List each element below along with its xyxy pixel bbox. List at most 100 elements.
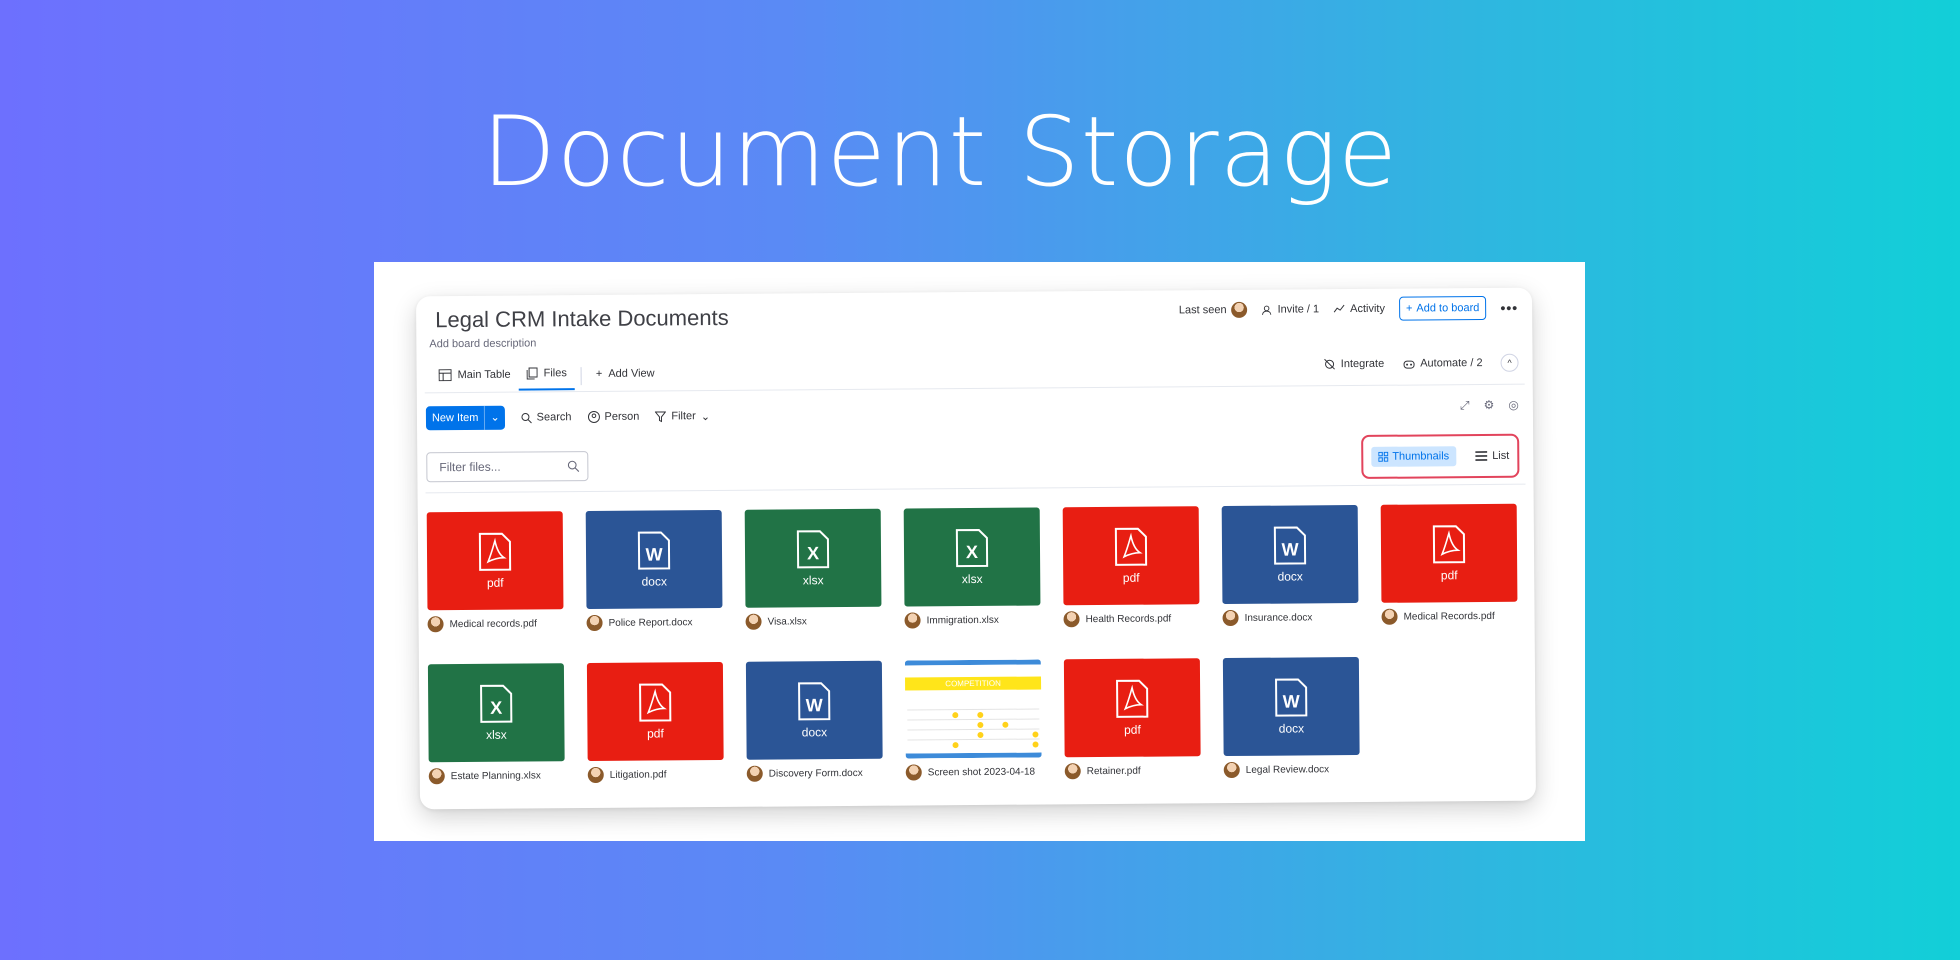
xlsx-thumbnail[interactable]: Xxlsx xyxy=(903,507,1041,607)
file-card[interactable]: Wdocx Insurance.docx xyxy=(1221,505,1359,627)
board-header-actions: Last seen Invite / 1 Activity + Add to b… xyxy=(1179,295,1518,323)
search-button[interactable]: Search xyxy=(521,411,572,423)
file-card[interactable]: Xxlsx Visa.xlsx xyxy=(744,508,882,630)
preview-dot xyxy=(977,721,984,728)
filter-files-input[interactable]: Filter files... xyxy=(426,451,589,483)
files-icon xyxy=(526,367,538,380)
file-name[interactable]: Litigation.pdf xyxy=(610,769,667,780)
xlsx-thumbnail[interactable]: Xxlsx xyxy=(427,663,565,763)
pdf-thumbnail[interactable]: pdf xyxy=(1063,658,1201,758)
file-name-row: Estate Planning.xlsx xyxy=(428,767,565,785)
file-name[interactable]: Immigration.xlsx xyxy=(927,614,999,626)
pdf-thumbnail[interactable]: pdf xyxy=(586,661,724,762)
docx-thumbnail[interactable]: Wdocx xyxy=(1221,505,1359,605)
file-card[interactable]: Xxlsx Estate Planning.xlsx xyxy=(427,663,565,785)
screenshot-frame: Legal CRM Intake Documents Add board des… xyxy=(374,262,1585,841)
tab-main-table-label: Main Table xyxy=(457,368,511,382)
automate-button[interactable]: Automate / 2 xyxy=(1402,357,1483,370)
tab-files[interactable]: Files xyxy=(518,361,575,391)
file-card[interactable]: Wdocx Discovery Form.docx xyxy=(745,660,883,782)
file-name[interactable]: Discovery Form.docx xyxy=(769,767,863,779)
search-label: Search xyxy=(536,411,572,424)
preview-dot xyxy=(1032,741,1039,748)
word-file-icon: W xyxy=(798,682,831,721)
thumbnails-label: Thumbnails xyxy=(1392,450,1450,463)
activity-button[interactable]: Activity xyxy=(1333,303,1385,315)
chat-icon[interactable]: ◎ xyxy=(1508,398,1519,413)
docx-thumbnail[interactable]: Wdocx xyxy=(745,660,883,760)
avatar xyxy=(1231,301,1248,318)
collapse-header-icon[interactable]: ^ xyxy=(1500,353,1519,372)
file-name-row: Visa.xlsx xyxy=(745,613,882,630)
file-name[interactable]: Retainer.pdf xyxy=(1087,765,1141,776)
word-file-icon: W xyxy=(637,531,671,570)
excel-file-icon: X xyxy=(796,530,830,569)
robot-icon xyxy=(1403,360,1415,369)
file-name[interactable]: Estate Planning.xlsx xyxy=(451,770,541,782)
avatar xyxy=(427,616,444,633)
more-options-icon[interactable]: ••• xyxy=(1500,300,1518,316)
invite-button[interactable]: Invite / 1 xyxy=(1262,303,1319,316)
file-name[interactable]: Visa.xlsx xyxy=(768,616,807,627)
table-icon xyxy=(438,369,452,382)
last-seen[interactable]: Last seen xyxy=(1179,301,1248,319)
chevron-down-icon[interactable]: ⌄ xyxy=(484,405,505,430)
pdf-thumbnail[interactable]: pdf xyxy=(426,511,564,611)
tab-main-table[interactable]: Main Table xyxy=(431,363,519,391)
file-card[interactable]: pdf Health Records.pdf xyxy=(1062,506,1200,628)
board-description[interactable]: Add board description xyxy=(429,337,536,350)
settings-icon[interactable]: ⚙ xyxy=(1484,398,1495,413)
file-card[interactable]: pdf Retainer.pdf xyxy=(1063,658,1201,780)
svg-text:X: X xyxy=(966,542,978,562)
fullscreen-icon[interactable]: ⤢ xyxy=(1460,398,1470,413)
thumbnails-view-button[interactable]: Thumbnails xyxy=(1371,446,1457,467)
pdf-file-icon xyxy=(1432,525,1466,564)
file-card[interactable]: Wdocx Police Report.docx xyxy=(585,509,723,632)
image-thumbnail[interactable]: COMPETITION xyxy=(904,659,1042,759)
file-name[interactable]: Legal Review.docx xyxy=(1246,764,1329,776)
filter-button[interactable]: Filter ⌄ xyxy=(655,410,710,423)
file-name[interactable]: Police Report.docx xyxy=(609,617,693,629)
xlsx-thumbnail[interactable]: Xxlsx xyxy=(744,508,882,608)
add-to-board-button[interactable]: + Add to board xyxy=(1398,295,1487,321)
file-card[interactable]: COMPETITION Screen shot 2023-04-18 xyxy=(904,659,1042,781)
preview-table xyxy=(907,708,1040,750)
view-mode-toggle: Thumbnails List xyxy=(1361,433,1520,479)
pdf-file-icon xyxy=(478,532,512,571)
file-name[interactable]: Health Records.pdf xyxy=(1086,613,1172,625)
board-title[interactable]: Legal CRM Intake Documents xyxy=(435,305,729,333)
list-label: List xyxy=(1492,449,1510,462)
person-label: Person xyxy=(604,410,640,423)
preview-dot xyxy=(952,712,959,719)
file-card[interactable]: Xxlsx Immigration.xlsx xyxy=(903,507,1041,629)
file-card[interactable]: pdf Medical Records.pdf xyxy=(1380,503,1518,625)
integrate-button[interactable]: Integrate xyxy=(1324,358,1384,370)
person-filter-button[interactable]: Person xyxy=(587,410,640,424)
add-view-button[interactable]: + Add View xyxy=(588,361,663,389)
list-view-button[interactable]: List xyxy=(1475,450,1509,462)
tab-files-label: Files xyxy=(543,367,567,380)
file-card[interactable]: Wdocx Legal Review.docx xyxy=(1222,656,1360,779)
view-tools: ⤢ ⚙ ◎ xyxy=(1460,398,1519,413)
file-name[interactable]: Medical Records.pdf xyxy=(1404,610,1495,622)
pdf-thumbnail[interactable]: pdf xyxy=(1380,503,1518,603)
file-card[interactable]: pdf Litigation.pdf xyxy=(586,661,724,784)
file-card[interactable]: pdf Medical records.pdf xyxy=(426,511,564,633)
file-name-row: Legal Review.docx xyxy=(1223,761,1360,779)
avatar xyxy=(1063,611,1080,628)
docx-thumbnail[interactable]: Wdocx xyxy=(585,509,723,610)
file-name[interactable]: Medical records.pdf xyxy=(450,618,537,630)
new-item-button[interactable]: New Item ⌄ xyxy=(425,405,505,431)
person-icon xyxy=(1262,305,1272,315)
docx-thumbnail[interactable]: Wdocx xyxy=(1222,656,1360,757)
pdf-thumbnail[interactable]: pdf xyxy=(1062,506,1200,606)
file-name[interactable]: Insurance.docx xyxy=(1245,612,1313,624)
list-icon xyxy=(1475,451,1488,461)
word-file-icon: W xyxy=(1273,526,1307,565)
file-name-row: Immigration.xlsx xyxy=(904,611,1041,629)
file-name-row: Insurance.docx xyxy=(1222,609,1358,627)
avatar xyxy=(746,765,763,782)
avatar xyxy=(1223,761,1240,779)
file-name-row: Retainer.pdf xyxy=(1064,762,1201,780)
file-name[interactable]: Screen shot 2023-04-18 xyxy=(928,766,1035,778)
